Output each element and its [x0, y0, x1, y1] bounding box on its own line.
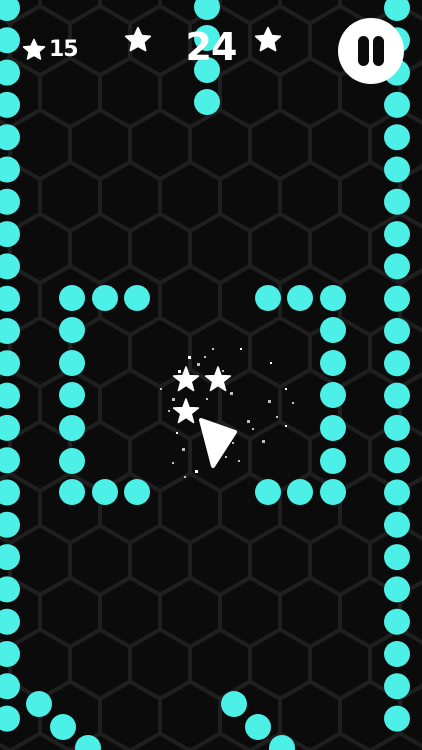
right-wall-dot	[384, 447, 410, 474]
bottom-chain-dot	[50, 714, 76, 740]
sparkle-particle	[276, 416, 278, 418]
right-wall-dot	[384, 156, 410, 183]
star-count-value: 15	[49, 37, 79, 62]
right-wall-dot	[384, 544, 410, 571]
sparkle-particle	[182, 448, 185, 451]
right-bracket-dot	[320, 382, 346, 408]
score-star-left-icon	[124, 26, 152, 52]
sparkle-particle	[212, 348, 214, 350]
left-bracket-dot	[59, 382, 85, 408]
right-wall-dot	[384, 221, 410, 248]
star-icon	[22, 38, 46, 60]
sparkle-particle	[178, 370, 181, 373]
sparkle-particle	[285, 425, 287, 427]
sparkle-particle	[268, 400, 271, 403]
sparkle-particle	[184, 476, 186, 478]
right-wall-dot	[384, 285, 410, 312]
right-wall-dot	[384, 511, 410, 538]
right-bracket-dot	[255, 285, 281, 311]
sparkle-particle	[168, 410, 170, 412]
sparkle-particle	[204, 356, 206, 358]
right-bracket-dot	[255, 479, 281, 505]
right-wall-dot	[384, 188, 410, 215]
right-wall-dot	[384, 124, 410, 151]
right-wall-dot	[384, 91, 410, 118]
right-bracket-dot	[320, 350, 346, 376]
sparkle-particle	[197, 363, 200, 366]
sparkle-particle	[252, 428, 254, 430]
left-bracket-dot	[59, 479, 85, 505]
bottom-chain-dot	[221, 691, 247, 717]
sparkle-particle	[222, 370, 224, 372]
right-wall-dot	[384, 641, 410, 667]
right-bracket-dot	[320, 479, 346, 505]
left-bracket-dot	[59, 285, 85, 311]
right-wall-dot	[384, 350, 410, 377]
right-wall-dot	[384, 576, 410, 603]
right-wall-dot	[384, 253, 410, 280]
sparkle-particle	[176, 432, 178, 434]
sparkle-particle	[232, 442, 234, 444]
sparkle-particle	[262, 440, 265, 443]
left-bracket-dot	[92, 479, 118, 505]
right-bracket-dot	[320, 285, 346, 311]
bottom-chain-dot	[245, 714, 271, 740]
sparkle-particle	[172, 398, 175, 401]
right-wall-dot	[384, 414, 410, 441]
left-bracket-dot	[124, 285, 150, 311]
sparkle-particle	[230, 392, 233, 395]
right-bracket-dot	[287, 479, 313, 505]
sparkle-particle	[238, 460, 240, 462]
sparkle-particle	[195, 470, 198, 473]
left-bracket-dot	[59, 317, 85, 343]
star-counter: 15	[22, 36, 79, 64]
sparkle-particle	[270, 362, 272, 364]
top-column-dot	[194, 89, 220, 115]
sparkle-particle	[172, 462, 174, 464]
sparkle-particle	[225, 456, 227, 458]
left-bracket-dot	[59, 415, 85, 441]
left-bracket-dot	[124, 479, 150, 505]
pause-button[interactable]	[338, 18, 404, 84]
bottom-chain-dot	[26, 691, 52, 717]
right-bracket-dot	[320, 415, 346, 441]
right-wall-dot	[384, 673, 410, 700]
right-bracket-dot	[320, 317, 346, 343]
right-wall-dot	[384, 705, 410, 732]
game-board	[0, 0, 422, 750]
right-wall-dot	[384, 382, 410, 409]
score-value: 24	[185, 25, 238, 69]
sparkle-particle	[160, 388, 162, 390]
sparkle-particle	[206, 398, 208, 400]
right-bracket-dot	[287, 285, 313, 311]
sparkle-particle	[292, 402, 294, 404]
right-wall-dot	[384, 479, 410, 506]
sparkle-particle	[285, 388, 287, 390]
right-bracket-dot	[320, 448, 346, 474]
left-bracket-dot	[59, 448, 85, 474]
sparkle-particle	[240, 348, 242, 350]
right-wall-dot	[384, 318, 410, 344]
game-screen[interactable]: 15 24	[0, 0, 422, 750]
left-bracket-dot	[59, 350, 85, 376]
sparkle-particle	[247, 420, 250, 423]
sparkle-particle	[188, 356, 191, 359]
left-bracket-dot	[92, 285, 118, 311]
right-wall-dot	[384, 608, 410, 635]
